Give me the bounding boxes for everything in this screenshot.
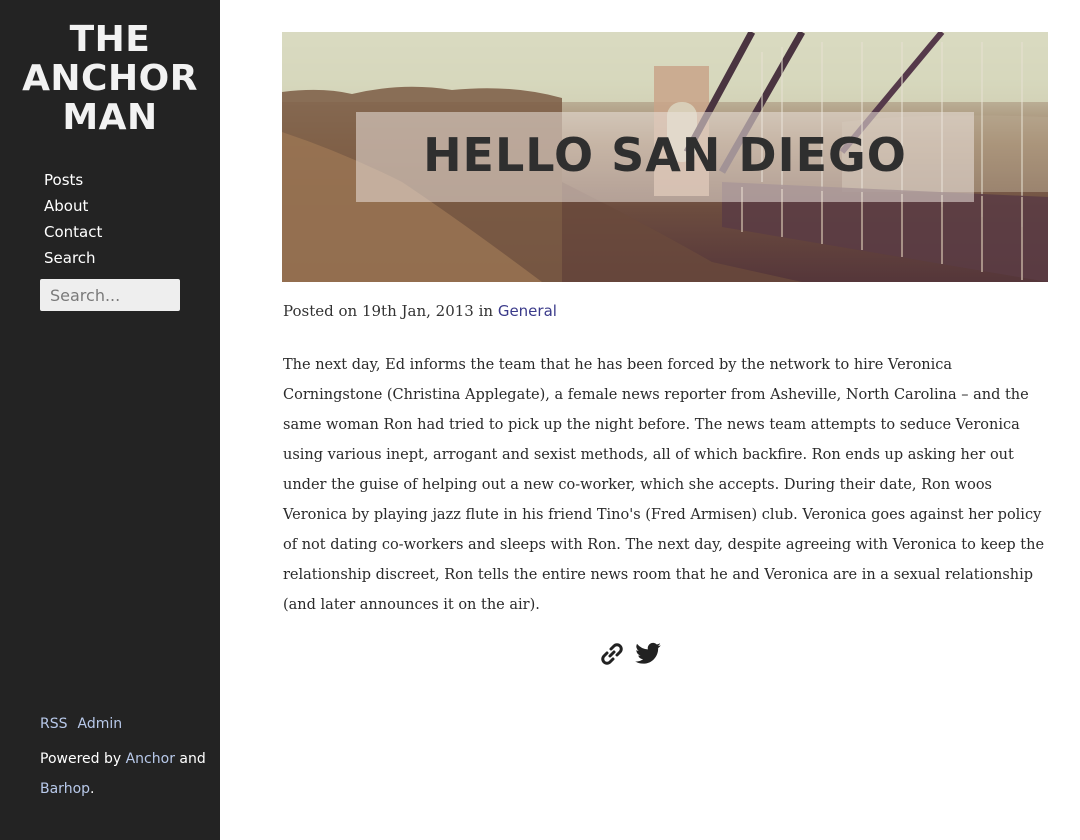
post-title: HELLO SAN DIEGO [423, 128, 907, 182]
powered-period: . [90, 781, 95, 797]
main-nav: Posts About Contact Search [44, 167, 102, 271]
nav-item-contact[interactable]: Contact [44, 219, 102, 245]
twitter-icon[interactable] [634, 640, 662, 668]
site-title-line-2: ANCHOR [22, 58, 198, 99]
post-meta: Posted on 19th Jan, 2013 in General [283, 302, 557, 320]
site-title-line-1: THE [69, 19, 151, 60]
post-body: The next day, Ed informs the team that h… [283, 357, 1045, 613]
barhop-link[interactable]: Barhop [40, 781, 90, 797]
link-icon[interactable] [598, 640, 626, 668]
site-title[interactable]: THE ANCHOR MAN [0, 20, 220, 137]
nav-item-search[interactable]: Search [44, 245, 102, 271]
share-links [598, 640, 662, 668]
post-date: Posted on 19th Jan, 2013 in [283, 302, 494, 320]
sidebar: THE ANCHOR MAN Posts About Contact Searc… [0, 0, 220, 840]
nav-item-posts[interactable]: Posts [44, 167, 102, 193]
anchor-link[interactable]: Anchor [126, 751, 175, 767]
rss-link[interactable]: RSS [40, 716, 68, 732]
powered-by: Powered by Anchor and Barhop. [40, 744, 210, 804]
powered-prefix: Powered by [40, 751, 122, 767]
search-input[interactable] [40, 279, 180, 311]
post-category-link[interactable]: General [498, 302, 557, 320]
admin-link[interactable]: Admin [78, 716, 123, 732]
post-hero-image: HELLO SAN DIEGO [282, 32, 1048, 282]
site-title-line-3: MAN [62, 97, 158, 138]
footer-links: RSS Admin [40, 716, 132, 732]
powered-and: and [179, 751, 206, 767]
nav-item-about[interactable]: About [44, 193, 102, 219]
